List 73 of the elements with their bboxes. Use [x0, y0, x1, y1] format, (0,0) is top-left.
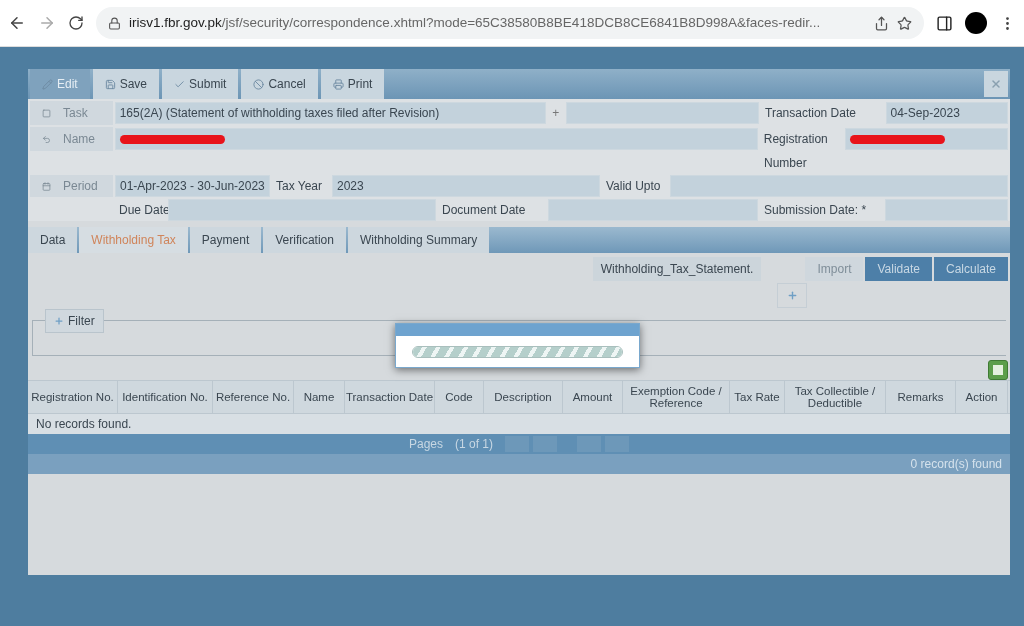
calendar-icon: [42, 181, 51, 191]
plus-icon: [786, 290, 798, 301]
pencil-icon: [42, 78, 53, 90]
pages-label: Pages: [408, 436, 443, 453]
tab[interactable]: Withholding Summary: [347, 227, 490, 253]
address-bar[interactable]: irisv1.fbr.gov.pk/jsf/security/correspondence.xhtml?mode=65C38580B8BE418DCB8CE6841B8D998A&faces-redir...: [96, 7, 924, 39]
share-icon[interactable]: [874, 15, 889, 31]
column-header: Amount: [563, 381, 623, 413]
printer-icon: [332, 78, 344, 90]
filter-button[interactable]: Filter: [45, 309, 104, 333]
file-name-field: Withholding_Tax_Statement.: [592, 257, 762, 281]
field-label: Transaction Date: [764, 105, 857, 122]
column-header: Reference No.: [213, 381, 294, 413]
column-header: Tax Collectible / Deductible: [785, 381, 886, 413]
column-header: Exemption Code / Reference: [623, 381, 730, 413]
lock-icon: [108, 16, 121, 30]
field-label: Registration: [762, 131, 829, 148]
task-icon: [42, 108, 51, 118]
add-button[interactable]: [777, 283, 807, 308]
back-icon[interactable]: [8, 14, 26, 32]
input-field[interactable]: [168, 199, 436, 221]
url-text: irisv1.fbr.gov.pk/jsf/security/correspondence.xhtml?mode=65C38580B8BE418DCB8CE6841B8D998A&faces-redir...: [129, 13, 822, 32]
column-header: Code: [435, 381, 484, 413]
field-label: Tax Year: [275, 178, 324, 195]
column-header: Tax Rate: [730, 381, 785, 413]
field-label: Document Date: [441, 202, 527, 219]
input-field[interactable]: 2023: [332, 175, 600, 197]
column-header: Registration No.: [28, 381, 118, 413]
tab[interactable]: Payment: [189, 227, 262, 253]
field-label: Number: [763, 155, 808, 172]
input-field[interactable]: [565, 102, 759, 124]
plus-label: +: [551, 105, 561, 122]
close-button[interactable]: [984, 71, 1008, 97]
input-field[interactable]: [670, 175, 1008, 197]
column-header: Transaction Date: [345, 381, 435, 413]
undo-icon: [42, 134, 51, 144]
toolbar-button[interactable]: Submit: [162, 69, 239, 99]
input-field[interactable]: [114, 128, 758, 150]
empty-message: No records found.: [36, 416, 132, 433]
page-count: (1 of 1): [455, 436, 493, 453]
plus-icon: [54, 316, 64, 326]
floppy-icon: [104, 78, 116, 90]
side-panel-icon[interactable]: [936, 14, 953, 32]
field-label: Submission Date: *: [763, 202, 868, 219]
toolbar-button[interactable]: Save: [92, 69, 160, 99]
forward-icon[interactable]: [38, 14, 56, 32]
toolbar-button[interactable]: Cancel: [241, 69, 318, 99]
spreadsheet-icon[interactable]: [988, 360, 1008, 380]
name-label: Name: [30, 127, 113, 151]
column-header: Action: [956, 381, 1008, 413]
reload-icon[interactable]: [68, 15, 84, 31]
field-label: Valid Upto: [605, 178, 662, 195]
input-field[interactable]: [844, 128, 1008, 150]
close-icon: [990, 78, 1002, 90]
column-header: Name: [294, 381, 345, 413]
check-icon: [174, 78, 186, 90]
toolbar-button[interactable]: Print: [320, 69, 385, 99]
input-field[interactable]: 01-Apr-2023 - 30-Jun-2023: [115, 175, 270, 197]
column-header: Description: [484, 381, 563, 413]
ban-icon: [253, 78, 265, 90]
input-field[interactable]: [885, 199, 1008, 221]
record-count: 0 record(s) found: [910, 456, 1002, 473]
input-field[interactable]: 04-Sep-2023: [885, 102, 1008, 124]
period-label: Period: [30, 175, 113, 197]
task-label: Task: [30, 101, 113, 125]
profile-avatar[interactable]: [965, 12, 987, 34]
tab[interactable]: Verification: [263, 227, 346, 253]
input-field[interactable]: 165(2A) (Statement of withholding taxes filed after Revision): [114, 102, 546, 124]
tab[interactable]: Data: [28, 227, 78, 253]
star-icon[interactable]: [897, 15, 912, 31]
column-header: Remarks: [886, 381, 956, 413]
input-field[interactable]: [548, 199, 758, 221]
column-header: Identification No.: [118, 381, 213, 413]
